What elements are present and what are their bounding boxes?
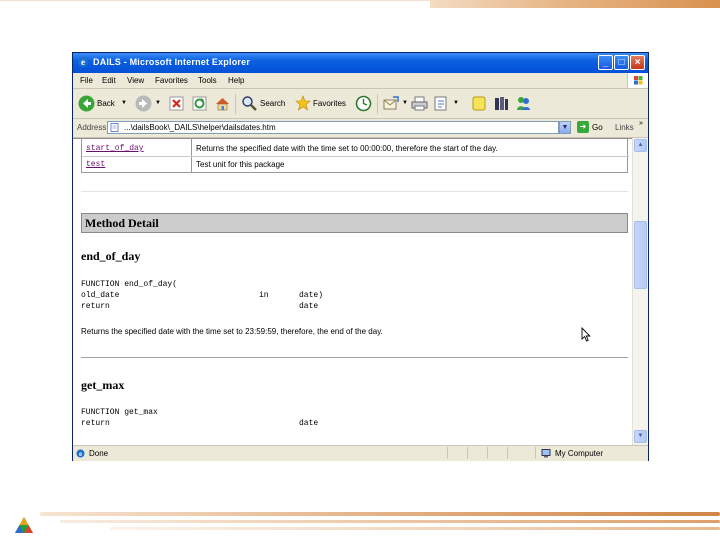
address-label: Address <box>77 123 107 132</box>
browser-window: e DAILS - Microsoft Internet Explorer _ … <box>72 52 649 461</box>
go-button[interactable]: ➜ Go <box>577 121 613 134</box>
internet-explorer-icon: e <box>78 57 88 67</box>
method-description: Returns the specified date with the time… <box>81 327 383 336</box>
scroll-down-button[interactable]: ▼ <box>634 430 647 443</box>
edit-dropdown-icon[interactable]: ▼ <box>453 100 459 106</box>
svg-text:e: e <box>79 450 82 458</box>
back-dropdown-icon[interactable]: ▼ <box>121 100 127 106</box>
maximize-button[interactable]: □ <box>614 55 629 70</box>
my-computer-icon <box>541 449 551 458</box>
forward-icon[interactable] <box>135 95 152 112</box>
history-icon[interactable] <box>355 95 372 112</box>
method-summary-table: start_of_day Returns the specified date … <box>81 139 629 173</box>
mail-dropdown-icon[interactable]: ▼ <box>402 100 408 106</box>
edit-page-icon[interactable] <box>433 95 450 112</box>
divider <box>81 191 628 192</box>
method-summary-desc: Returns the specified date with the time… <box>196 144 498 153</box>
menu-file[interactable]: File <box>80 76 93 85</box>
back-label[interactable]: Back <box>97 99 115 108</box>
param-name: return <box>81 302 110 311</box>
mail-icon[interactable] <box>383 95 400 112</box>
method-signature: FUNCTION get_max <box>81 408 158 417</box>
address-input[interactable]: ...\dailsBook\_DAILS\helper\dailsdates.h… <box>107 121 559 134</box>
minimize-button[interactable]: _ <box>598 55 613 70</box>
address-value: ...\dailsBook\_DAILS\helper\dailsdates.h… <box>124 123 276 132</box>
security-zone-label: My Computer <box>555 449 604 458</box>
window-title: DAILS - Microsoft Internet Explorer <box>93 57 251 67</box>
links-label[interactable]: Links <box>615 123 634 132</box>
svg-text:e: e <box>81 57 85 67</box>
scroll-up-button[interactable]: ▲ <box>634 139 647 152</box>
go-label: Go <box>592 123 603 132</box>
toolbar-separator <box>377 94 378 114</box>
menu-view[interactable]: View <box>127 76 144 85</box>
close-button[interactable]: × <box>630 55 645 70</box>
method-signature: FUNCTION end_of_day( <box>81 280 178 289</box>
page-icon <box>110 123 119 132</box>
scroll-thumb[interactable] <box>634 221 647 289</box>
menu-tools[interactable]: Tools <box>198 76 217 85</box>
slide-bottom-accent <box>40 512 720 516</box>
method-summary-desc: Test unit for this package <box>196 160 285 169</box>
address-bar: Address ...\dailsBook\_DAILS\helper\dail… <box>73 119 648 138</box>
menu-bar: File Edit View Favorites Tools Help <box>73 73 648 89</box>
status-panel <box>467 447 488 459</box>
forward-dropdown-icon[interactable]: ▼ <box>155 100 161 106</box>
slide-bottom-accent-3 <box>110 527 720 530</box>
menu-edit[interactable]: Edit <box>102 76 116 85</box>
vertical-scrollbar[interactable]: ▲ ▼ <box>632 138 648 445</box>
page-status-icon: e <box>76 449 85 458</box>
title-bar[interactable]: e DAILS - Microsoft Internet Explorer _ … <box>73 53 648 73</box>
param-type: date <box>299 419 319 428</box>
method-detail-heading: Method Detail <box>81 213 628 233</box>
page-content: start_of_day Returns the specified date … <box>73 138 632 446</box>
method-link-test[interactable]: test <box>86 160 105 169</box>
method-title-end-of-day: end_of_day <box>81 249 141 263</box>
search-label[interactable]: Search <box>260 99 285 108</box>
method-link-start-of-day[interactable]: start_of_day <box>86 144 144 153</box>
research-icon[interactable] <box>493 95 510 112</box>
table-divider <box>82 156 629 157</box>
home-icon[interactable] <box>214 95 231 112</box>
slide-top-line <box>0 0 440 1</box>
divider <box>81 357 628 358</box>
param-type: date) <box>299 291 324 300</box>
back-icon[interactable] <box>78 95 95 112</box>
param-name: old_date <box>81 291 120 300</box>
toolbar: Back ▼ ▼ Search Favorites ▼ ▼ <box>73 89 648 119</box>
stop-icon[interactable] <box>169 96 184 111</box>
status-bar: e Done My Computer <box>73 445 648 461</box>
favorites-star-icon[interactable] <box>295 95 311 111</box>
status-panel <box>447 447 468 459</box>
param-type: date <box>299 302 319 311</box>
menu-favorites[interactable]: Favorites <box>155 76 188 85</box>
print-icon[interactable] <box>411 95 428 112</box>
mouse-cursor-icon <box>581 327 591 342</box>
status-text: Done <box>89 449 109 458</box>
slide-logo-icon <box>15 517 33 533</box>
address-dropdown-icon[interactable]: ▼ <box>559 121 571 134</box>
slide-top-accent <box>430 0 720 8</box>
favorites-label[interactable]: Favorites <box>313 99 346 108</box>
discuss-icon[interactable] <box>471 95 488 112</box>
param-name: return <box>81 419 110 428</box>
method-title-get-max: get_max <box>81 378 125 392</box>
windows-logo-icon <box>627 73 648 88</box>
messenger-icon[interactable] <box>515 95 532 112</box>
search-icon[interactable] <box>241 95 257 111</box>
param-mode: in <box>259 291 269 300</box>
links-more-icon[interactable]: » <box>639 120 643 127</box>
menu-help[interactable]: Help <box>228 76 244 85</box>
status-panel <box>487 447 508 459</box>
refresh-icon[interactable] <box>192 96 207 111</box>
toolbar-separator <box>235 94 236 114</box>
go-arrow-icon: ➜ <box>577 121 589 133</box>
slide-bottom-accent-2 <box>60 520 720 523</box>
status-panel <box>507 447 536 459</box>
